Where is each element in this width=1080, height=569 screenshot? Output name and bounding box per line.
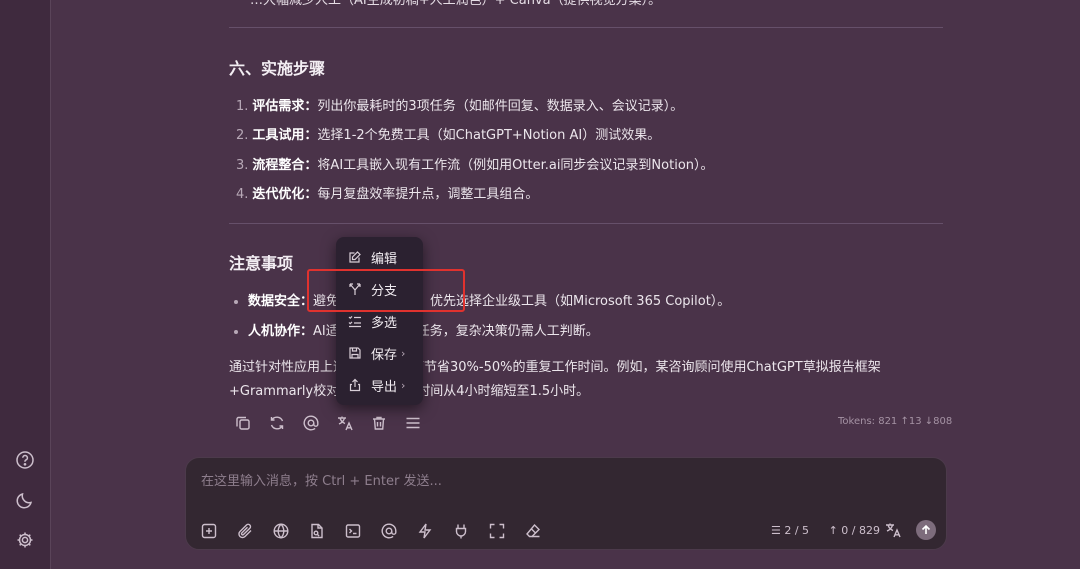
- knowledge-icon[interactable]: [308, 522, 326, 540]
- divider: [229, 223, 943, 224]
- context-menu: 编辑 分支 多选 保存 › 导出 ›: [336, 237, 423, 405]
- chevron-right-icon: ›: [401, 346, 406, 360]
- export-icon: [348, 378, 362, 392]
- save-icon: [348, 346, 362, 360]
- menu-icon[interactable]: [404, 414, 422, 432]
- copy-icon[interactable]: [234, 414, 252, 432]
- message-actions: [234, 414, 422, 432]
- plugin-icon[interactable]: [452, 522, 470, 540]
- token-stats: Tokens: 821 ↑13 ↓808: [838, 416, 953, 427]
- translate-icon[interactable]: [336, 414, 354, 432]
- composer-toolbar: [200, 522, 542, 540]
- highlight-box: [307, 269, 465, 312]
- menu-item-edit[interactable]: 编辑: [336, 242, 423, 272]
- section-title-notes: 注意事项: [229, 254, 294, 273]
- sidebar: [0, 0, 51, 569]
- delete-icon[interactable]: [370, 414, 388, 432]
- context-count: ☰ 2 / 5: [771, 524, 810, 537]
- list-item: 1. 评估需求：列出你最耗时的3项任务（如邮件回复、数据录入、会议记录）。: [236, 99, 684, 114]
- regenerate-icon[interactable]: [268, 414, 286, 432]
- arrow-up-icon: [920, 524, 932, 536]
- moon-icon[interactable]: [15, 490, 35, 510]
- list-item: 2. 工具试用：选择1-2个免费工具（如ChatGPT+Notion AI）测试效…: [236, 128, 661, 143]
- attachment-icon[interactable]: [236, 522, 254, 540]
- send-button[interactable]: [916, 520, 936, 540]
- message-input[interactable]: [199, 470, 903, 492]
- expand-icon[interactable]: [488, 522, 506, 540]
- list-item: 3. 流程整合：将AI工具嵌入现有工作流（例如用Otter.ai同步会议记录到No…: [236, 158, 714, 173]
- list-item: 4. 迭代优化：每月复盘效率提升点，调整工具组合。: [236, 187, 539, 202]
- multi-select-icon: [348, 314, 362, 328]
- divider: [229, 27, 943, 28]
- help-icon[interactable]: [15, 450, 35, 470]
- mention-icon[interactable]: [302, 414, 320, 432]
- token-count: ↑ 0 / 829: [828, 524, 880, 537]
- globe-icon[interactable]: [272, 522, 290, 540]
- translate-icon[interactable]: [884, 521, 902, 539]
- eraser-icon[interactable]: [524, 522, 542, 540]
- message-composer: ☰ 2 / 5 ↑ 0 / 829: [185, 457, 947, 550]
- gear-icon[interactable]: [15, 530, 35, 550]
- previous-line: …大幅减少人工（AI生成初稿+人工润色）+ Canva（提供视觉方案）。: [250, 0, 662, 8]
- lightning-icon[interactable]: [416, 522, 434, 540]
- section-title-steps: 六、实施步骤: [229, 59, 326, 78]
- menu-item-save[interactable]: 保存 ›: [336, 338, 423, 368]
- context-stats: ☰ 2 / 5 ↑ 0 / 829: [771, 524, 896, 537]
- new-topic-icon[interactable]: [200, 522, 218, 540]
- menu-item-export[interactable]: 导出 ›: [336, 370, 423, 400]
- chevron-right-icon: ›: [401, 378, 406, 392]
- edit-icon: [348, 250, 362, 264]
- terminal-icon[interactable]: [344, 522, 362, 540]
- mention-icon[interactable]: [380, 522, 398, 540]
